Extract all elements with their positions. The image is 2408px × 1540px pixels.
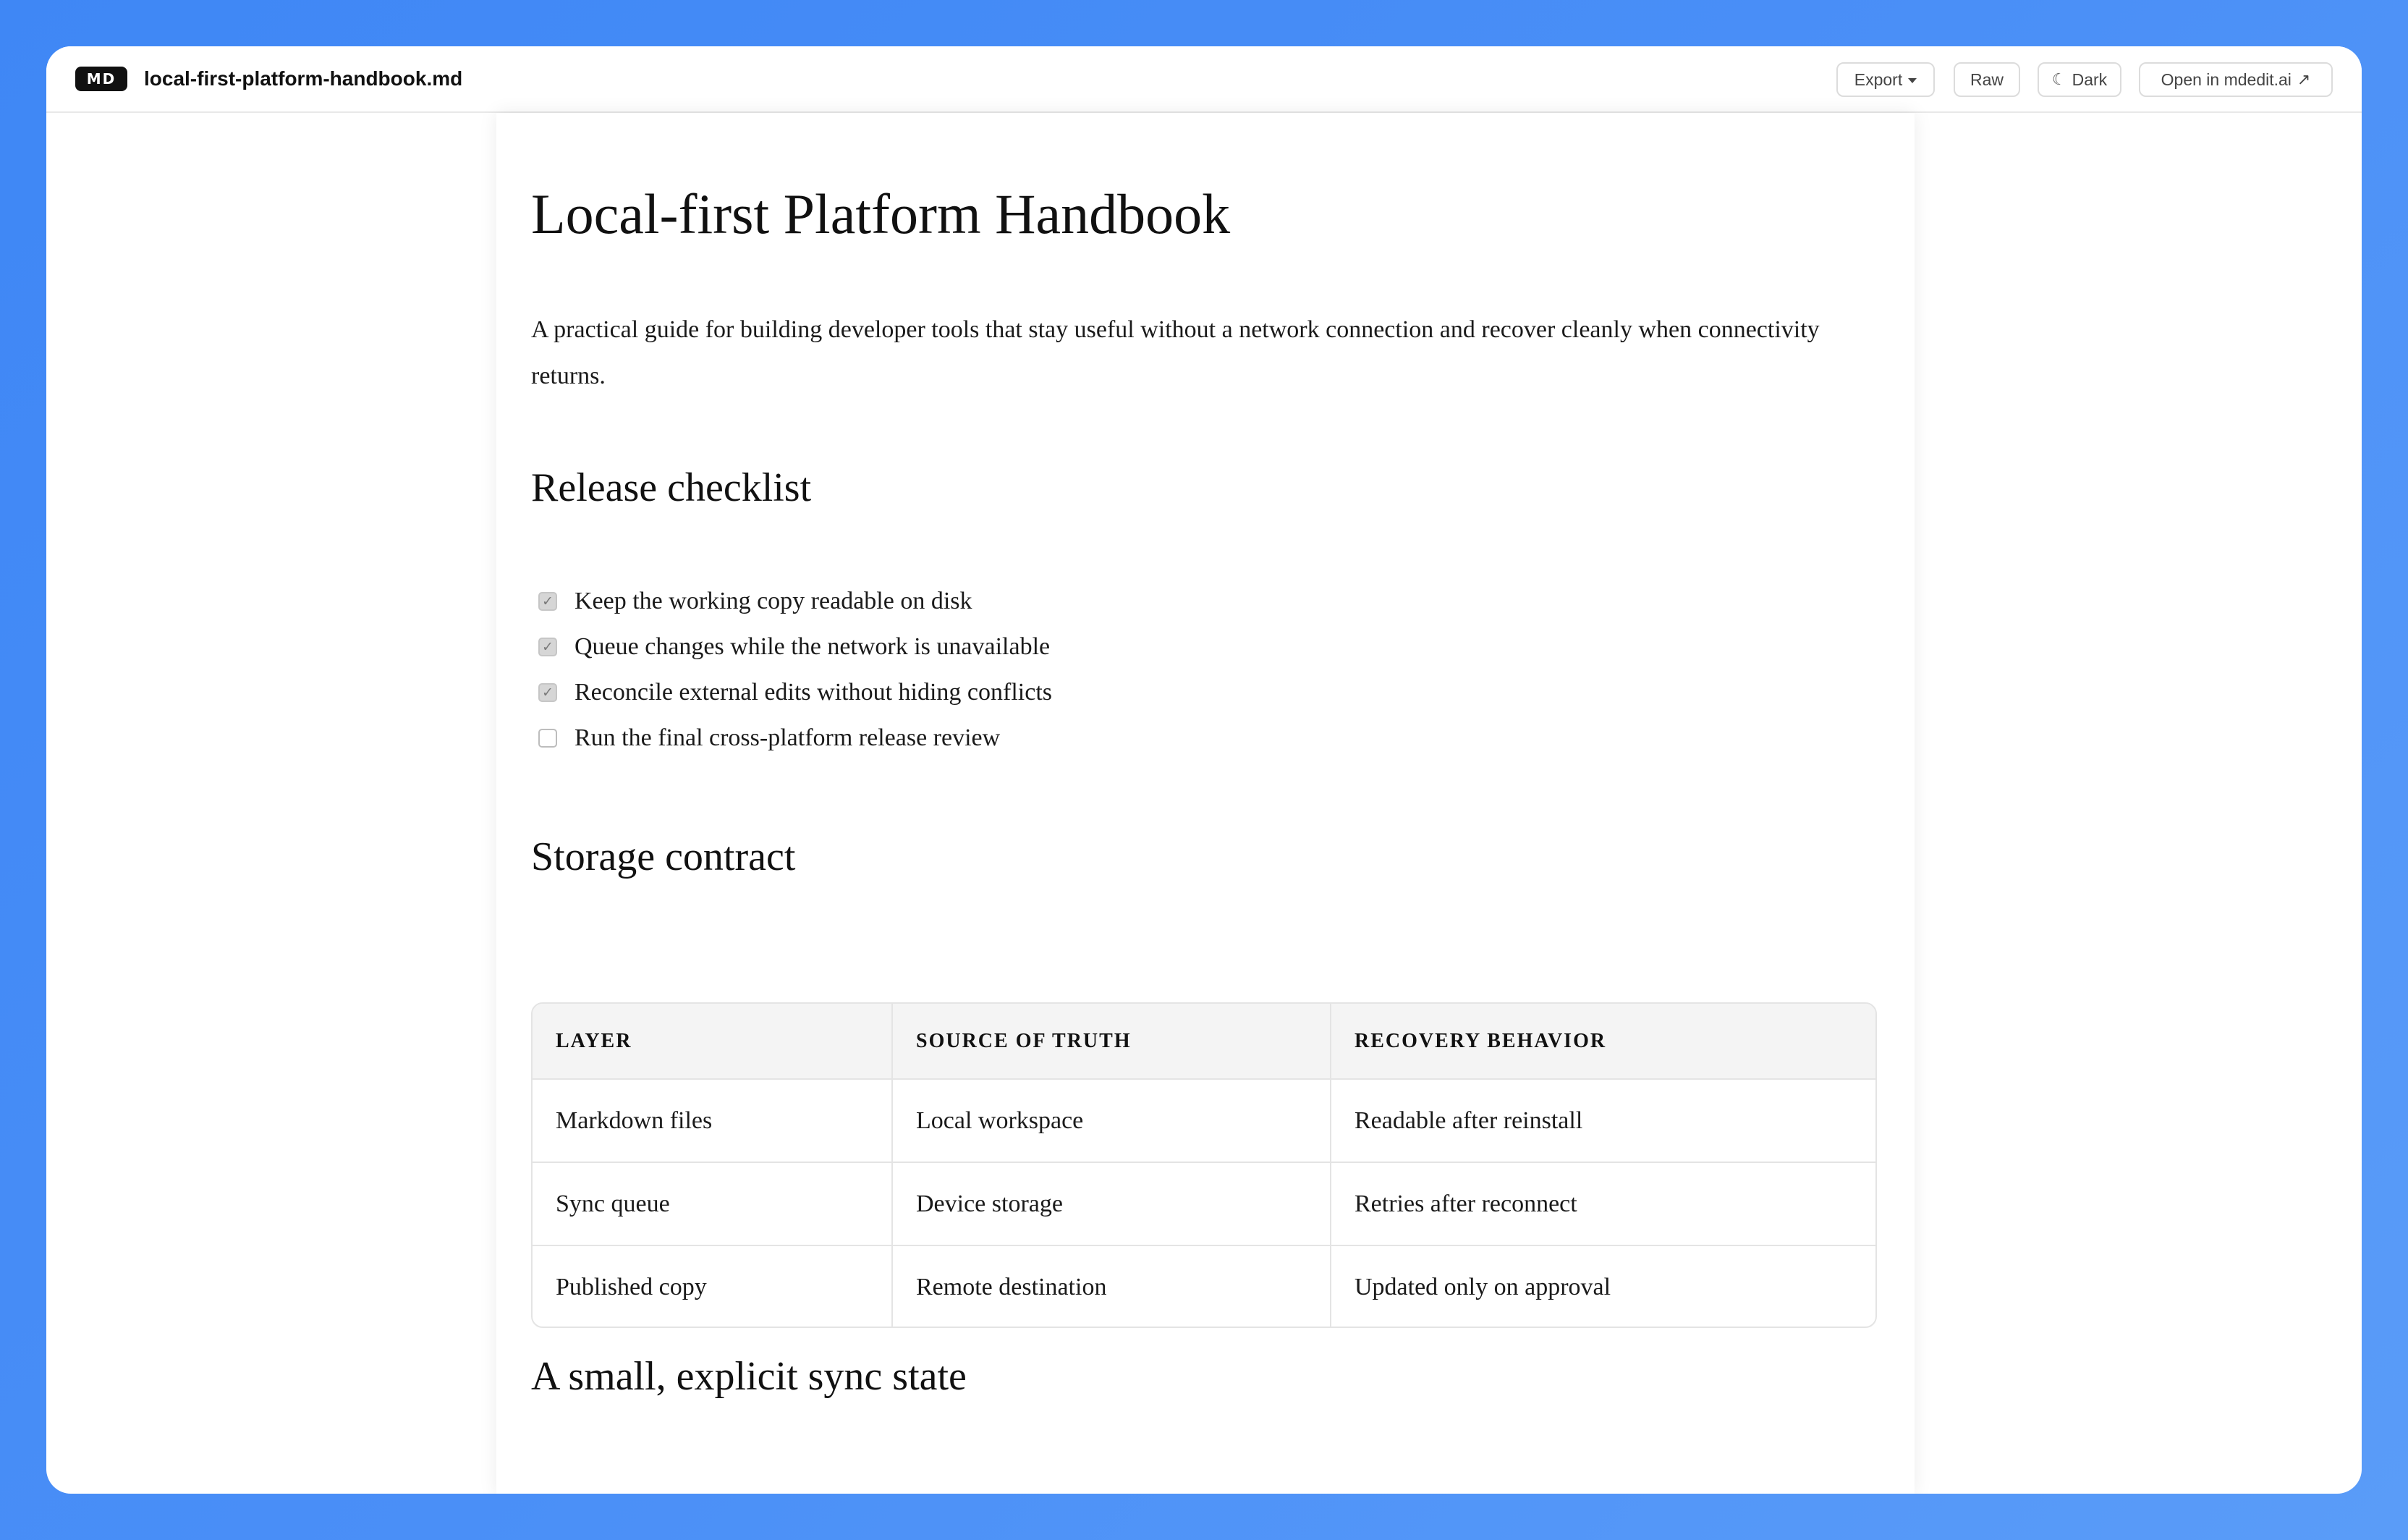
checklist-item-label: Reconcile external edits without hiding … bbox=[575, 679, 1052, 706]
checkbox-checked-icon[interactable]: ✓ bbox=[538, 683, 557, 702]
export-button[interactable]: Export bbox=[1836, 62, 1935, 97]
sync-state-heading: A small, explicit sync state bbox=[531, 1354, 967, 1399]
column-header-recovery: RECOVERY BEHAVIOR bbox=[1331, 1004, 1875, 1080]
checklist-item: Run the final cross-platform release rev… bbox=[531, 721, 1000, 756]
checklist-item: ✓ Reconcile external edits without hidin… bbox=[531, 675, 1052, 710]
file-name: local-first-platform-handbook.md bbox=[144, 67, 463, 90]
table-cell: Retries after reconnect bbox=[1331, 1162, 1875, 1246]
caret-down-icon bbox=[1908, 77, 1917, 83]
checklist-item-label: Keep the working copy readable on disk bbox=[575, 588, 972, 614]
intro-paragraph: A practical guide for building developer… bbox=[531, 316, 1820, 389]
export-label: Export bbox=[1854, 69, 1903, 89]
raw-label: Raw bbox=[1970, 69, 2004, 89]
checklist-item: ✓ Queue changes while the network is una… bbox=[531, 630, 1050, 664]
dark-mode-button[interactable]: ☾ Dark bbox=[2038, 62, 2121, 97]
table-cell: Markdown files bbox=[533, 1079, 893, 1163]
column-header-source: SOURCE OF TRUTH bbox=[892, 1004, 1331, 1080]
checklist-item-label: Queue changes while the network is unava… bbox=[575, 633, 1051, 660]
storage-heading: Storage contract bbox=[531, 834, 796, 879]
checklist-item: ✓ Keep the working copy readable on disk bbox=[531, 584, 972, 619]
table-cell: Device storage bbox=[892, 1162, 1331, 1246]
document-title: Local-first Platform Handbook bbox=[531, 182, 1231, 245]
app-window: MD local-first-platform-handbook.md Expo… bbox=[46, 46, 2362, 1494]
table-header-row: LAYER SOURCE OF TRUTH RECOVERY BEHAVIOR bbox=[533, 1004, 1875, 1080]
checkbox-unchecked-icon[interactable] bbox=[538, 729, 557, 748]
document-page: Local-first Platform Handbook A practica… bbox=[496, 113, 1915, 1494]
top-bar: MD local-first-platform-handbook.md Expo… bbox=[46, 46, 2362, 113]
dark-label: Dark bbox=[2072, 69, 2108, 89]
markdown-badge: MD bbox=[75, 67, 127, 91]
table-cell: Updated only on approval bbox=[1354, 1274, 1611, 1300]
checkbox-checked-icon[interactable]: ✓ bbox=[538, 592, 557, 611]
table-row: Sync queue Device storage Retries after … bbox=[533, 1162, 1875, 1246]
table-row: Published copy Remote destination Update… bbox=[533, 1245, 1875, 1327]
open-label: Open in mdedit.ai bbox=[2161, 69, 2292, 89]
checklist-heading: Release checklist bbox=[531, 465, 812, 510]
moon-icon: ☾ bbox=[2051, 70, 2066, 88]
checklist-item-label: Run the final cross-platform release rev… bbox=[575, 724, 1001, 751]
table-cell: Remote destination bbox=[892, 1245, 1331, 1327]
table-cell: Local workspace bbox=[892, 1079, 1331, 1163]
arrow-up-right-icon: ↗ bbox=[2297, 70, 2311, 88]
column-header-layer: LAYER bbox=[533, 1004, 893, 1080]
open-in-mdedit-button[interactable]: Open in mdedit.ai ↗ bbox=[2139, 62, 2333, 97]
storage-table: LAYER SOURCE OF TRUTH RECOVERY BEHAVIOR … bbox=[531, 1002, 1877, 1328]
table-row: Markdown files Local workspace Readable … bbox=[533, 1079, 1875, 1163]
raw-button[interactable]: Raw bbox=[1954, 62, 2020, 97]
table-cell: Readable after reinstall bbox=[1331, 1079, 1875, 1163]
checkbox-checked-icon[interactable]: ✓ bbox=[538, 638, 557, 656]
table-cell: Published copy bbox=[533, 1245, 893, 1327]
table-cell: Sync queue bbox=[533, 1162, 893, 1246]
